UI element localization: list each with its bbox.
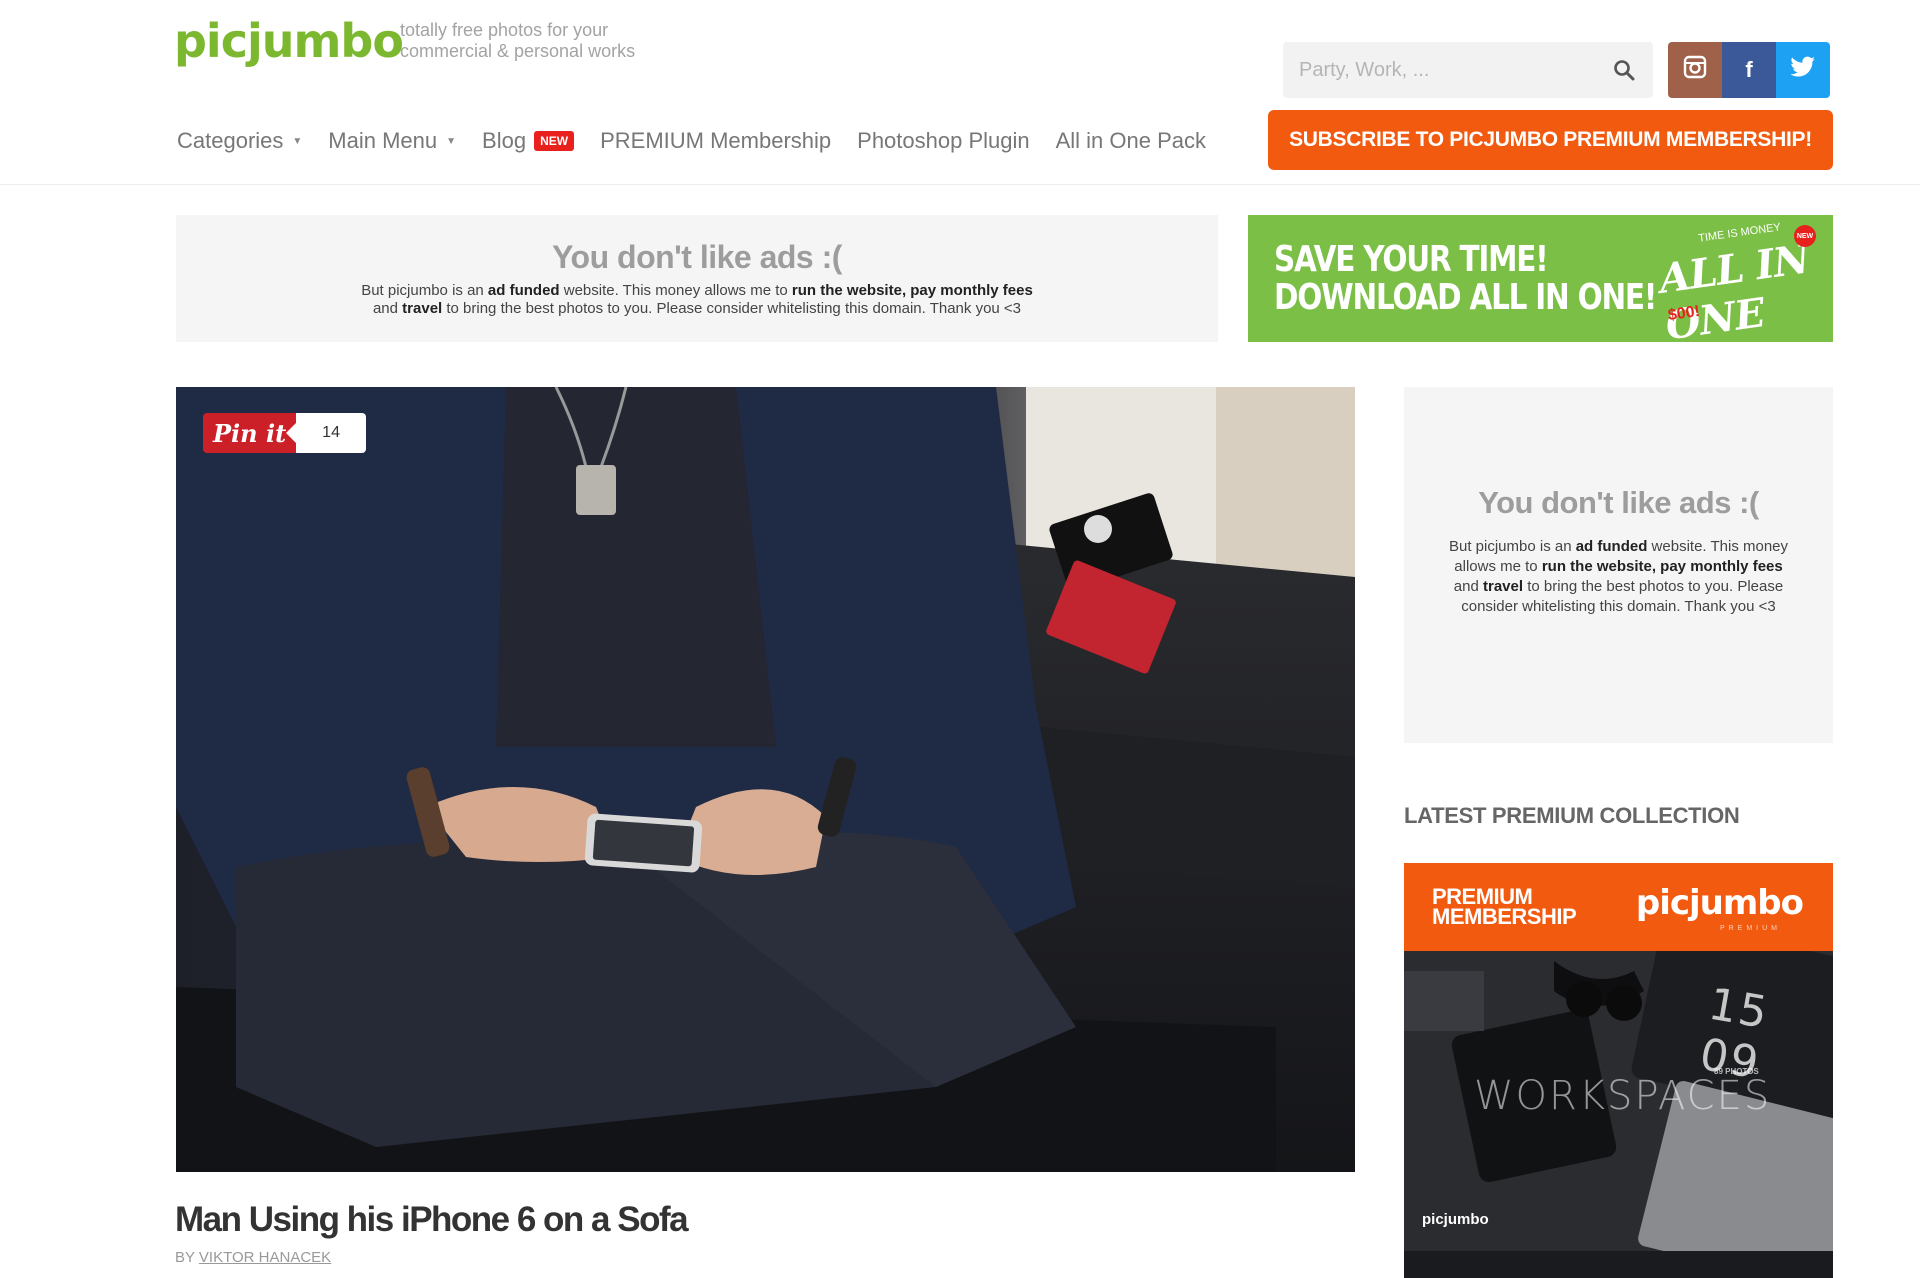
sidebar-ad-text: But picjumbo is an ad funded website. Th… <box>1404 537 1833 617</box>
premium-collection-image: 15 09 WORKSPACES 89 PHOTOS picjumbo <box>1404 951 1833 1278</box>
nav-item-main-menu[interactable]: Main Menu ▼ <box>328 128 456 154</box>
nav-label-all-in-one: All in One Pack <box>1055 128 1207 153</box>
ad-text-part: But picjumbo is an <box>1448 538 1576 555</box>
site-logo[interactable]: picjumbo <box>174 14 404 68</box>
sidebar-adblock-notice: You don't like ads :( But picjumbo is an… <box>1404 387 1833 743</box>
adblock-notice-title: You don't like ads :( <box>552 239 842 275</box>
subscribe-button[interactable]: SUBSCRIBE TO PICJUMBO PREMIUM MEMBERSHIP… <box>1268 110 1833 170</box>
premium-membership-label: PREMIUM MEMBERSHIP <box>1432 886 1577 929</box>
facebook-button[interactable]: f <box>1722 42 1776 98</box>
byline-prefix: BY <box>175 1249 199 1266</box>
premium-card-header: PREMIUM MEMBERSHIP picjumbo PREMIUM <box>1404 863 1833 951</box>
instagram-button[interactable] <box>1668 42 1722 98</box>
pm-label-line-2: MEMBERSHIP <box>1432 904 1577 929</box>
adblock-notice-text: But picjumbo is an ad funded website. Th… <box>176 282 1218 318</box>
twitter-button[interactable] <box>1776 42 1830 98</box>
ad-text-bold: ad funded <box>487 282 560 299</box>
ad-text-part: website. This money allows me to <box>559 282 792 299</box>
search-box <box>1283 42 1653 98</box>
ad-text-bold: ad funded <box>1575 538 1648 555</box>
caret-down-icon: ▼ <box>292 135 303 147</box>
ad-text-part: to bring the best photos to you. Please … <box>442 300 1022 317</box>
stamp-title: ALL IN ONE <box>1656 235 1812 342</box>
collection-name: WORKSPACES <box>1474 1073 1772 1119</box>
nav-label-blog: Blog <box>482 128 527 153</box>
nav-label-premium: PREMIUM Membership <box>600 128 832 153</box>
new-badge: NEW <box>534 131 575 151</box>
collection-count: 89 PHOTOS <box>1714 1067 1759 1076</box>
premium-collection-card[interactable]: PREMIUM MEMBERSHIP picjumbo PREMIUM 15 0… <box>1404 863 1833 1278</box>
pinterest-share: Pin it 14 <box>203 413 366 453</box>
pin-count: 14 <box>286 413 366 453</box>
premium-logo-sub: PREMIUM <box>1719 925 1781 932</box>
nav-label-categories: Categories <box>177 128 284 153</box>
nav-item-premium-membership[interactable]: PREMIUM Membership <box>600 128 831 154</box>
ad-text-bold: travel <box>1483 578 1524 595</box>
site-tagline: totally free photos for your commercial … <box>400 20 700 62</box>
tagline-line-1: totally free photos for your <box>400 20 609 40</box>
latest-premium-heading: LATEST PREMIUM COLLECTION <box>1404 803 1740 828</box>
ad-text-part: and <box>372 300 403 317</box>
featured-photo-image <box>176 387 1355 1172</box>
facebook-icon: f <box>1745 57 1753 82</box>
stamp-new-badge: NEW <box>1794 225 1816 247</box>
ad-text-part: But picjumbo is an <box>361 282 488 299</box>
instagram-icon <box>1683 55 1707 85</box>
author-link[interactable]: VIKTOR HANACEK <box>199 1249 331 1266</box>
aio-line-1: SAVE YOUR TIME! <box>1274 239 1549 280</box>
twitter-icon <box>1790 56 1816 84</box>
adblock-notice-banner: You don't like ads :( But picjumbo is an… <box>176 215 1218 342</box>
post-byline: BY VIKTOR HANACEK <box>175 1249 331 1266</box>
all-in-one-banner[interactable]: SAVE YOUR TIME! DOWNLOAD ALL IN ONE! TIM… <box>1248 215 1833 342</box>
nav-item-blog[interactable]: Blog NEW <box>482 128 575 154</box>
nav-item-categories[interactable]: Categories ▼ <box>177 128 302 154</box>
ad-text-bold: run the website, pay monthly fees <box>1541 558 1783 575</box>
aio-line-2: DOWNLOAD ALL IN ONE! <box>1274 277 1657 318</box>
post-title[interactable]: Man Using his iPhone 6 on a Sofa <box>175 1200 689 1240</box>
site-header: picjumbo totally free photos for your co… <box>0 0 1920 185</box>
search-input[interactable] <box>1299 58 1611 82</box>
ad-text-part: and <box>1453 578 1483 595</box>
pin-it-button[interactable]: Pin it <box>203 413 297 453</box>
main-nav: Categories ▼ Main Menu ▼ Blog NEW PREMIU… <box>177 128 1232 154</box>
search-icon[interactable] <box>1611 57 1637 83</box>
collection-brand: picjumbo <box>1422 1211 1489 1228</box>
ad-text-bold: travel <box>402 300 443 317</box>
aio-banner-text: SAVE YOUR TIME! DOWNLOAD ALL IN ONE! <box>1274 239 1657 318</box>
ad-text-bold: run the website, pay monthly fees <box>791 282 1033 299</box>
tagline-line-2: commercial & personal works <box>400 41 636 61</box>
nav-label-main-menu: Main Menu <box>328 128 438 153</box>
caret-down-icon: ▼ <box>446 135 457 147</box>
aio-stamp: TIME IS MONEY ALL IN ONE $00! NEW <box>1648 221 1818 342</box>
sidebar-ad-title: You don't like ads :( <box>1478 485 1759 520</box>
premium-logo: picjumbo <box>1635 883 1804 923</box>
nav-item-photoshop-plugin[interactable]: Photoshop Plugin <box>857 128 1029 154</box>
nav-label-photoshop: Photoshop Plugin <box>857 128 1030 153</box>
nav-item-all-in-one[interactable]: All in One Pack <box>1056 128 1206 154</box>
featured-photo[interactable]: Pin it 14 <box>176 387 1355 1172</box>
